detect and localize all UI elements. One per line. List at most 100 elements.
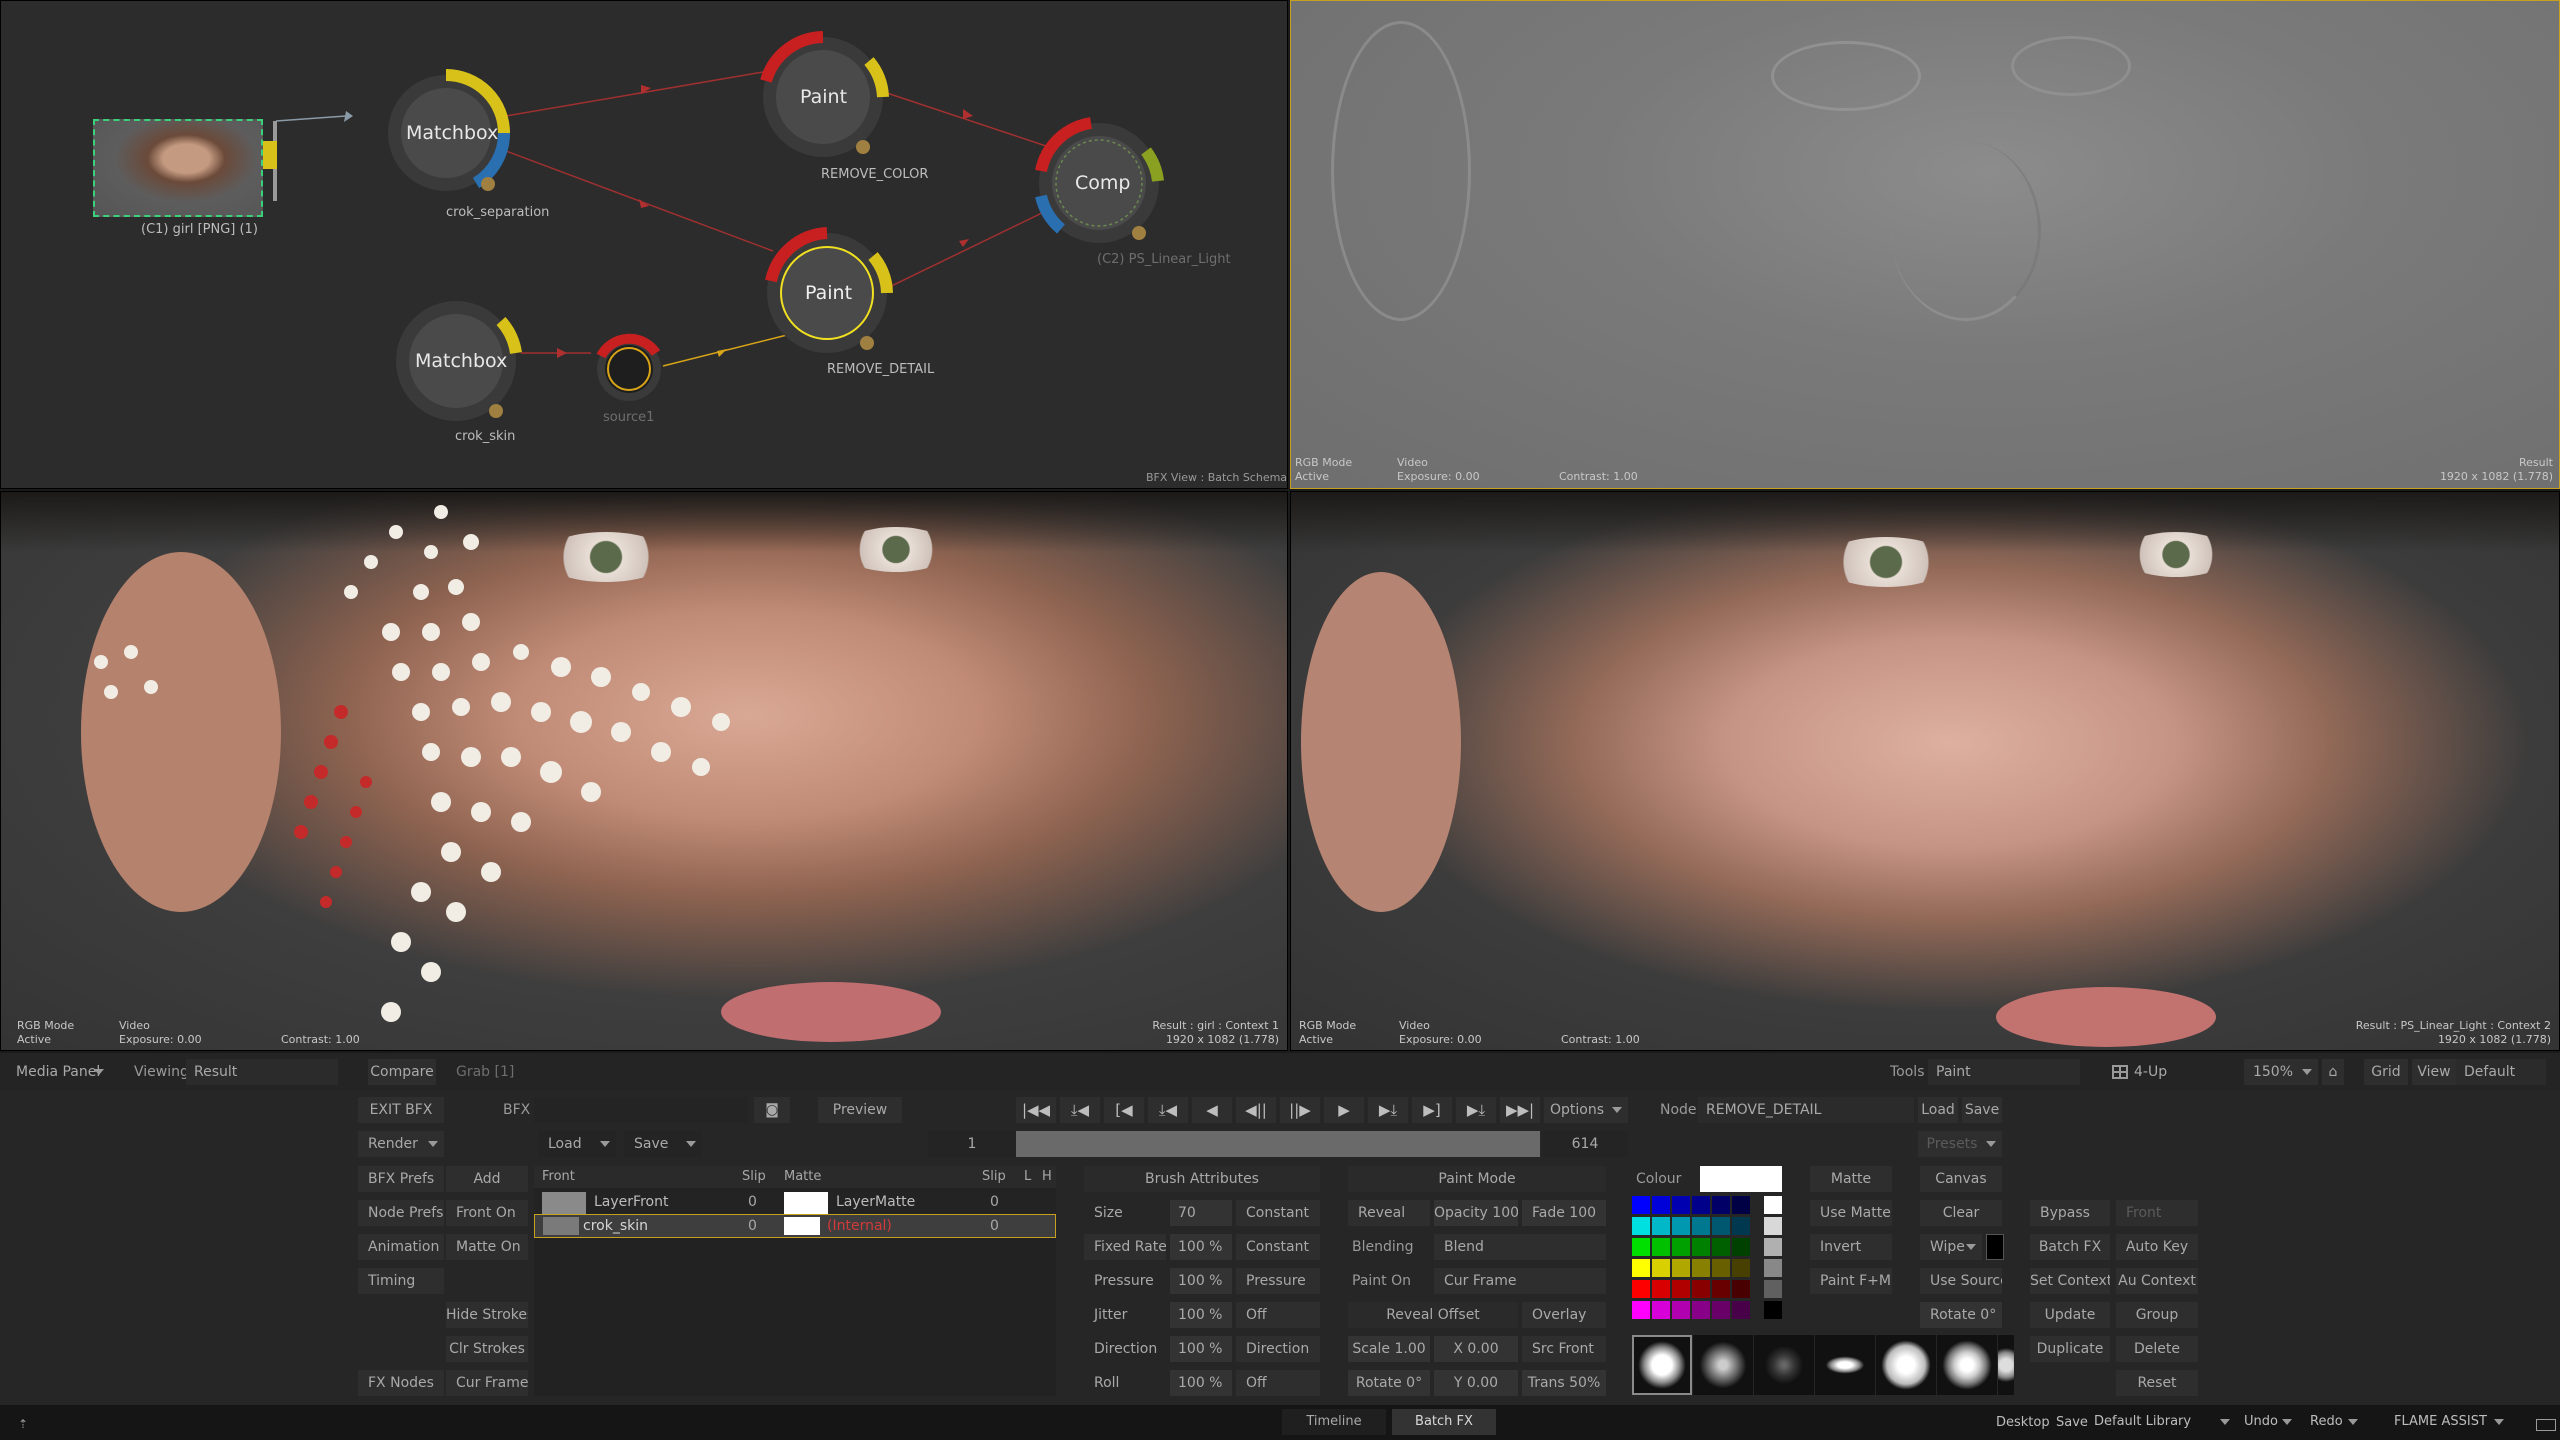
palette-swatch[interactable] bbox=[1692, 1259, 1710, 1277]
brush-preset[interactable] bbox=[1632, 1335, 1692, 1395]
palette-swatch[interactable] bbox=[1652, 1196, 1670, 1214]
flame-assist-dropdown[interactable]: FLAME ASSIST bbox=[2392, 1409, 2510, 1435]
table-row-selected[interactable]: crok_skin 0 (Internal) 0 bbox=[534, 1214, 1056, 1238]
palette-swatch[interactable] bbox=[1652, 1280, 1670, 1298]
palette-swatch[interactable] bbox=[1672, 1238, 1690, 1256]
viewing-field[interactable]: Result bbox=[186, 1059, 338, 1085]
preview-button[interactable]: Preview bbox=[818, 1097, 902, 1123]
brush-preset[interactable] bbox=[1754, 1335, 1814, 1395]
timing-button[interactable]: Timing bbox=[358, 1268, 444, 1294]
src-front-dropdown[interactable]: Src Front bbox=[1522, 1336, 1606, 1362]
hide-strokes-button[interactable]: Hide Strokes bbox=[446, 1302, 528, 1328]
wipe-dropdown[interactable]: Wipe bbox=[1920, 1234, 1982, 1260]
palette-grey-swatch[interactable] bbox=[1764, 1217, 1782, 1235]
palette-grey-swatch[interactable] bbox=[1764, 1196, 1782, 1214]
add-button[interactable]: Add bbox=[446, 1166, 528, 1192]
palette-swatch[interactable] bbox=[1692, 1280, 1710, 1298]
set-context-button[interactable]: Set Context bbox=[2030, 1268, 2110, 1294]
palette-swatch[interactable] bbox=[1672, 1280, 1690, 1298]
brush-preset[interactable] bbox=[1876, 1335, 1936, 1395]
front-on-button[interactable]: Front On bbox=[446, 1200, 528, 1226]
brush-preset[interactable] bbox=[1815, 1335, 1875, 1395]
node-prefs-button[interactable]: Node Prefs bbox=[358, 1200, 444, 1226]
brush-attr-label[interactable]: Fixed Rate bbox=[1084, 1234, 1166, 1260]
fx-nodes-button[interactable]: FX Nodes bbox=[358, 1370, 444, 1396]
viewer-top-right[interactable]: RGB Mode Active Video Exposure: 0.00 Con… bbox=[1290, 0, 2560, 489]
palette-swatch[interactable] bbox=[1692, 1238, 1710, 1256]
palette-swatch[interactable] bbox=[1672, 1196, 1690, 1214]
media-panel-dropdown[interactable]: Media Panel bbox=[6, 1059, 110, 1085]
brush-attr-mode[interactable]: Pressure bbox=[1236, 1268, 1320, 1294]
transport-button[interactable]: ⤓◀ bbox=[1060, 1097, 1100, 1123]
render-dropdown[interactable]: Render bbox=[358, 1131, 444, 1157]
keyboard-icon[interactable] bbox=[2536, 1419, 2556, 1431]
colour-swatch[interactable] bbox=[1700, 1166, 1782, 1192]
node-save-button[interactable]: Save bbox=[1962, 1097, 2002, 1123]
reset-button[interactable]: Reset bbox=[2116, 1370, 2198, 1396]
transport-button[interactable]: ||▶ bbox=[1280, 1097, 1320, 1123]
paint-fm-button[interactable]: Paint F+M bbox=[1810, 1268, 1892, 1294]
start-frame-field[interactable]: 1 bbox=[928, 1131, 1016, 1157]
brush-attr-value[interactable]: 100 % bbox=[1170, 1234, 1232, 1260]
redo-dropdown[interactable]: Redo bbox=[2308, 1409, 2364, 1435]
palette-swatch[interactable] bbox=[1632, 1238, 1650, 1256]
palette-grey-swatch[interactable] bbox=[1764, 1238, 1782, 1256]
palette-grey-swatch[interactable] bbox=[1764, 1280, 1782, 1298]
bfx-prefs-button[interactable]: BFX Prefs bbox=[358, 1166, 444, 1192]
node-name-field[interactable]: REMOVE_DETAIL bbox=[1698, 1097, 1914, 1123]
overlay-button[interactable]: Overlay bbox=[1522, 1302, 1606, 1328]
palette-swatch[interactable] bbox=[1712, 1280, 1730, 1298]
viewer-bottom-right[interactable]: RGB Mode Active Video Exposure: 0.00 Con… bbox=[1290, 491, 2560, 1051]
palette-swatch[interactable] bbox=[1732, 1238, 1750, 1256]
desktop-button[interactable]: Desktop bbox=[1996, 1410, 2050, 1436]
brush-attr-mode[interactable]: Constant bbox=[1236, 1200, 1320, 1226]
node-load-button[interactable]: Load bbox=[1918, 1097, 1958, 1123]
palette-swatch[interactable] bbox=[1732, 1301, 1750, 1319]
transport-button[interactable]: ▶⤓ bbox=[1368, 1097, 1408, 1123]
save-dropdown[interactable]: Save bbox=[624, 1131, 702, 1157]
brush-attr-value[interactable]: 100 % bbox=[1170, 1302, 1232, 1328]
transport-button[interactable]: ▶ bbox=[1324, 1097, 1364, 1123]
duplicate-button[interactable]: Duplicate bbox=[2030, 1336, 2110, 1362]
transport-button[interactable]: [◀ bbox=[1104, 1097, 1144, 1123]
grab-field[interactable]: Grab [1] bbox=[448, 1059, 580, 1085]
end-frame-field[interactable]: 614 bbox=[1542, 1131, 1628, 1157]
y-offset-field[interactable]: Y 0.00 bbox=[1434, 1370, 1518, 1396]
rotate-field[interactable]: Rotate 0° bbox=[1348, 1370, 1430, 1396]
exit-bfx-button[interactable]: EXIT BFX bbox=[358, 1097, 444, 1123]
palette-swatch[interactable] bbox=[1632, 1196, 1650, 1214]
palette-swatch[interactable] bbox=[1712, 1196, 1730, 1214]
trans-field[interactable]: Trans 50% bbox=[1522, 1370, 1606, 1396]
brush-attr-mode[interactable]: Direction bbox=[1236, 1336, 1320, 1362]
canvas-rotate-field[interactable]: Rotate 0° bbox=[1920, 1302, 2002, 1328]
palette-swatch[interactable] bbox=[1652, 1259, 1670, 1277]
brush-attr-mode[interactable]: Constant bbox=[1236, 1234, 1320, 1260]
transport-button[interactable]: ◀ bbox=[1192, 1097, 1232, 1123]
brush-attr-value[interactable]: 100 % bbox=[1170, 1336, 1232, 1362]
reveal-button[interactable]: Reveal bbox=[1348, 1200, 1430, 1226]
palette-swatch[interactable] bbox=[1732, 1280, 1750, 1298]
comp-title[interactable]: Comp bbox=[1075, 172, 1130, 194]
clr-strokes-button[interactable]: Clr Strokes bbox=[446, 1336, 528, 1362]
brush-attr-value[interactable]: 100 % bbox=[1170, 1268, 1232, 1294]
palette-swatch[interactable] bbox=[1732, 1259, 1750, 1277]
transport-button[interactable]: |◀◀ bbox=[1016, 1097, 1056, 1123]
cur-frame-button[interactable]: Cur Frame bbox=[446, 1370, 528, 1396]
palette-swatch[interactable] bbox=[1632, 1259, 1650, 1277]
brush-attr-value[interactable]: 70 bbox=[1170, 1200, 1232, 1226]
palette-swatch[interactable] bbox=[1632, 1280, 1650, 1298]
palette-swatch[interactable] bbox=[1692, 1301, 1710, 1319]
brush-preset[interactable] bbox=[1937, 1335, 1997, 1395]
clear-button[interactable]: Clear bbox=[1920, 1200, 2002, 1226]
palette-swatch[interactable] bbox=[1672, 1301, 1690, 1319]
palette-swatch[interactable] bbox=[1652, 1217, 1670, 1235]
transport-button[interactable]: ⤓◀ bbox=[1148, 1097, 1188, 1123]
palette-swatch[interactable] bbox=[1712, 1238, 1730, 1256]
x-offset-field[interactable]: X 0.00 bbox=[1434, 1336, 1518, 1362]
bottom-save-button[interactable]: Save bbox=[2056, 1410, 2088, 1436]
transport-button[interactable]: ▶⤓ bbox=[1456, 1097, 1496, 1123]
grid-button[interactable]: Grid bbox=[2364, 1059, 2408, 1085]
expand-arrow-icon[interactable]: ⇡ bbox=[18, 1417, 28, 1431]
compare-button[interactable]: Compare bbox=[368, 1059, 436, 1085]
viewer-bottom-left[interactable]: RGB Mode Active Video Exposure: 0.00 Con… bbox=[0, 491, 1288, 1051]
